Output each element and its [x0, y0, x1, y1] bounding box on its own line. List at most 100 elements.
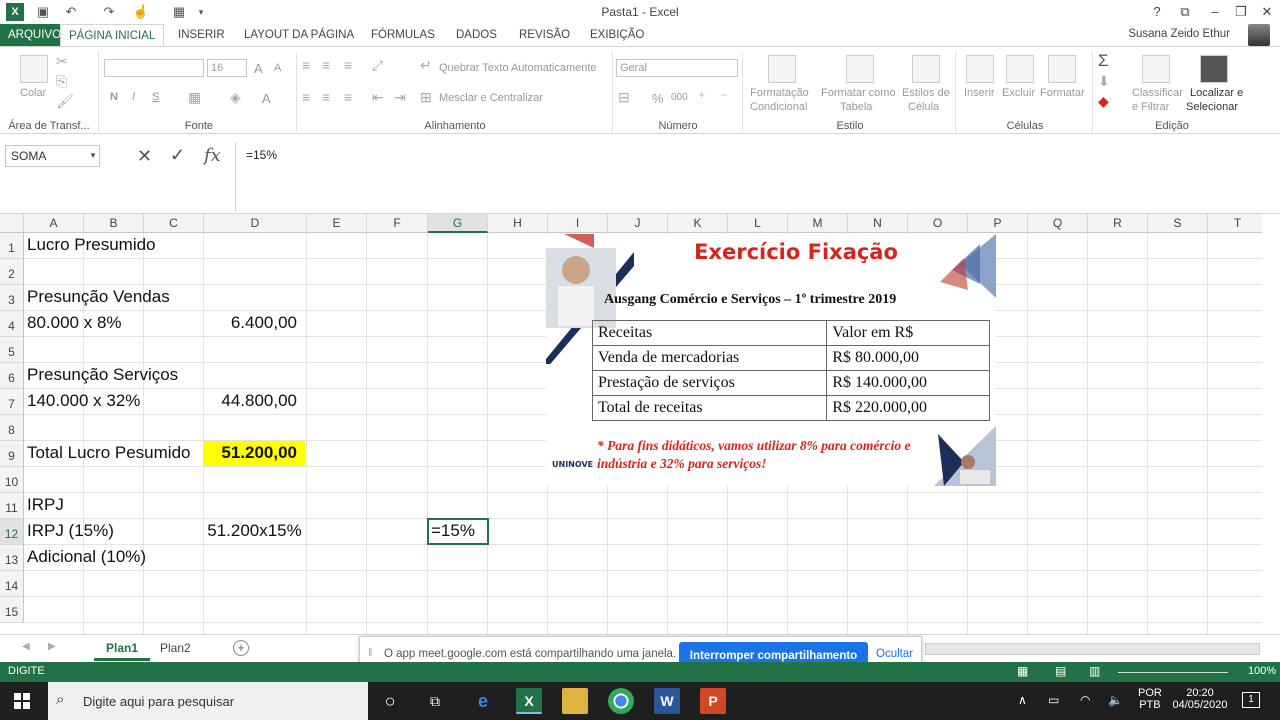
column-header-p[interactable]: P: [968, 214, 1028, 233]
align-middle-icon[interactable]: ≡: [322, 57, 330, 73]
customize-qat-icon[interactable]: ▾: [192, 3, 210, 21]
undo-icon[interactable]: ↶: [62, 3, 80, 21]
currency-icon[interactable]: ⊟: [618, 89, 630, 106]
find-select-icon[interactable]: [1200, 55, 1228, 83]
form-icon[interactable]: ▦: [170, 3, 188, 21]
borders-icon[interactable]: ▦: [188, 89, 201, 106]
excel-taskbar-icon[interactable]: X: [516, 688, 542, 714]
help-button[interactable]: ?: [1146, 3, 1168, 21]
chrome-icon[interactable]: [608, 688, 634, 714]
tab-page-layout[interactable]: LAYOUT DA PÁGINA: [236, 24, 362, 46]
column-header-d[interactable]: D: [204, 214, 307, 233]
paste-icon[interactable]: [20, 55, 48, 83]
cell-g12[interactable]: =15%: [431, 521, 475, 541]
tab-data[interactable]: DADOS: [448, 24, 505, 46]
format-painter-icon[interactable]: 🖌: [56, 93, 74, 110]
row-header-3[interactable]: 3: [0, 285, 24, 311]
conditional-format-label-2[interactable]: Condicional: [750, 101, 807, 113]
row-header-1[interactable]: 1: [0, 233, 24, 259]
row-header-12[interactable]: 12: [0, 519, 24, 545]
touch-mode-icon[interactable]: ☝: [132, 3, 150, 21]
wrap-text-icon[interactable]: ↵: [420, 57, 432, 74]
cell-d9[interactable]: 51.200,00: [204, 443, 297, 463]
row-header-4[interactable]: 4: [0, 311, 24, 337]
insert-function-icon[interactable]: fx: [204, 145, 221, 166]
font-name-select[interactable]: [104, 59, 204, 77]
column-header-q[interactable]: Q: [1028, 214, 1088, 233]
percent-button[interactable]: %: [652, 91, 664, 106]
user-name[interactable]: Susana Zeido Ethur: [1128, 28, 1230, 40]
clear-icon[interactable]: ◆: [1098, 93, 1109, 110]
zoom-slider[interactable]: [1118, 672, 1228, 673]
font-color-button[interactable]: A: [262, 91, 271, 106]
task-view-icon[interactable]: ⧉: [422, 688, 448, 714]
horizontal-scrollbar[interactable]: [925, 643, 1260, 655]
battery-icon[interactable]: ▭: [1048, 693, 1059, 707]
increase-decimal-icon[interactable]: ⁺: [698, 89, 705, 106]
increase-indent-icon[interactable]: ⇥: [394, 89, 406, 106]
next-sheet-icon[interactable]: ▶: [48, 641, 56, 652]
column-header-g[interactable]: G: [428, 214, 488, 233]
tab-review[interactable]: REVISÃO: [511, 24, 578, 46]
cancel-icon[interactable]: ✕: [137, 146, 152, 167]
row-header-2[interactable]: 2: [0, 259, 24, 285]
format-cells-label[interactable]: Formatar: [1040, 87, 1085, 99]
avatar[interactable]: [1248, 24, 1270, 46]
copy-icon[interactable]: ⎘: [56, 73, 67, 90]
notifications-icon[interactable]: 1: [1242, 692, 1260, 708]
page-layout-view-icon[interactable]: ▤: [1055, 664, 1066, 678]
row-header-9[interactable]: 9: [0, 441, 24, 467]
cell-a4[interactable]: 80.000 x 8%: [27, 313, 122, 333]
conditional-format-icon[interactable]: [768, 55, 796, 83]
ribbon-options-icon[interactable]: ⧉: [1174, 3, 1196, 21]
orientation-icon[interactable]: ⤢: [372, 57, 383, 74]
file-explorer-icon[interactable]: [562, 688, 588, 714]
merge-center-button[interactable]: Mesclar e Centralizar: [439, 92, 543, 104]
column-header-f[interactable]: F: [367, 214, 428, 233]
cell-a9[interactable]: Total Lucro Pesumido: [27, 443, 190, 463]
prev-sheet-icon[interactable]: ◀: [22, 641, 30, 652]
column-header-i[interactable]: I: [548, 214, 608, 233]
sort-filter-label-2[interactable]: e Filtrar: [1132, 101, 1169, 113]
fill-color-icon[interactable]: ◈: [230, 89, 241, 106]
find-select-label-2[interactable]: Selecionar: [1186, 101, 1238, 113]
delete-cells-label[interactable]: Excluir: [1002, 87, 1035, 99]
windows-start-icon[interactable]: [14, 693, 30, 709]
tab-file[interactable]: ARQUIVO: [0, 24, 70, 46]
page-break-view-icon[interactable]: ▥: [1089, 664, 1100, 678]
row-header-7[interactable]: 7: [0, 389, 24, 415]
sheet-tab-plan2[interactable]: Plan2: [148, 635, 203, 661]
align-left-icon[interactable]: ≡: [302, 89, 310, 105]
column-header-r[interactable]: R: [1088, 214, 1148, 233]
row-header-6[interactable]: 6: [0, 363, 24, 389]
cell-a1[interactable]: Lucro Presumido: [27, 235, 156, 255]
tab-formulas[interactable]: FÓRMULAS: [363, 24, 443, 46]
column-header-j[interactable]: J: [608, 214, 668, 233]
taskbar-search[interactable]: ⌕ Digite aqui para pesquisar: [48, 682, 368, 720]
minimize-button[interactable]: –: [1204, 3, 1226, 21]
find-select-label-1[interactable]: Localizar e: [1190, 87, 1243, 99]
align-bottom-icon[interactable]: ≡: [344, 57, 352, 73]
normal-view-icon[interactable]: ▦: [1017, 664, 1028, 678]
restore-button[interactable]: ❐: [1230, 3, 1252, 21]
clock[interactable]: 20:20 04/05/2020: [1170, 687, 1230, 711]
sort-filter-label-1[interactable]: Classificar: [1132, 87, 1183, 99]
column-header-s[interactable]: S: [1148, 214, 1208, 233]
thousands-button[interactable]: 000: [671, 92, 688, 103]
row-header-14[interactable]: 14: [0, 571, 24, 597]
language-indicator[interactable]: POR PTB: [1138, 687, 1162, 711]
word-icon[interactable]: W: [654, 688, 680, 714]
fill-icon[interactable]: ⬇: [1098, 73, 1110, 90]
formula-input[interactable]: =15%: [235, 142, 1266, 212]
row-header-15[interactable]: 15: [0, 597, 24, 623]
format-as-table-icon[interactable]: [846, 55, 874, 83]
italic-button[interactable]: I: [132, 91, 135, 103]
cell-d4[interactable]: 6.400,00: [204, 313, 297, 333]
chevron-up-icon[interactable]: ∧: [1018, 693, 1027, 707]
row-header-13[interactable]: 13: [0, 545, 24, 571]
powerpoint-icon[interactable]: P: [700, 688, 726, 714]
tab-insert[interactable]: INSERIR: [170, 24, 233, 46]
tab-home[interactable]: PÁGINA INICIAL: [60, 24, 165, 46]
cell-a6[interactable]: Presunção Serviços: [27, 365, 178, 385]
column-header-t[interactable]: T: [1208, 214, 1262, 233]
